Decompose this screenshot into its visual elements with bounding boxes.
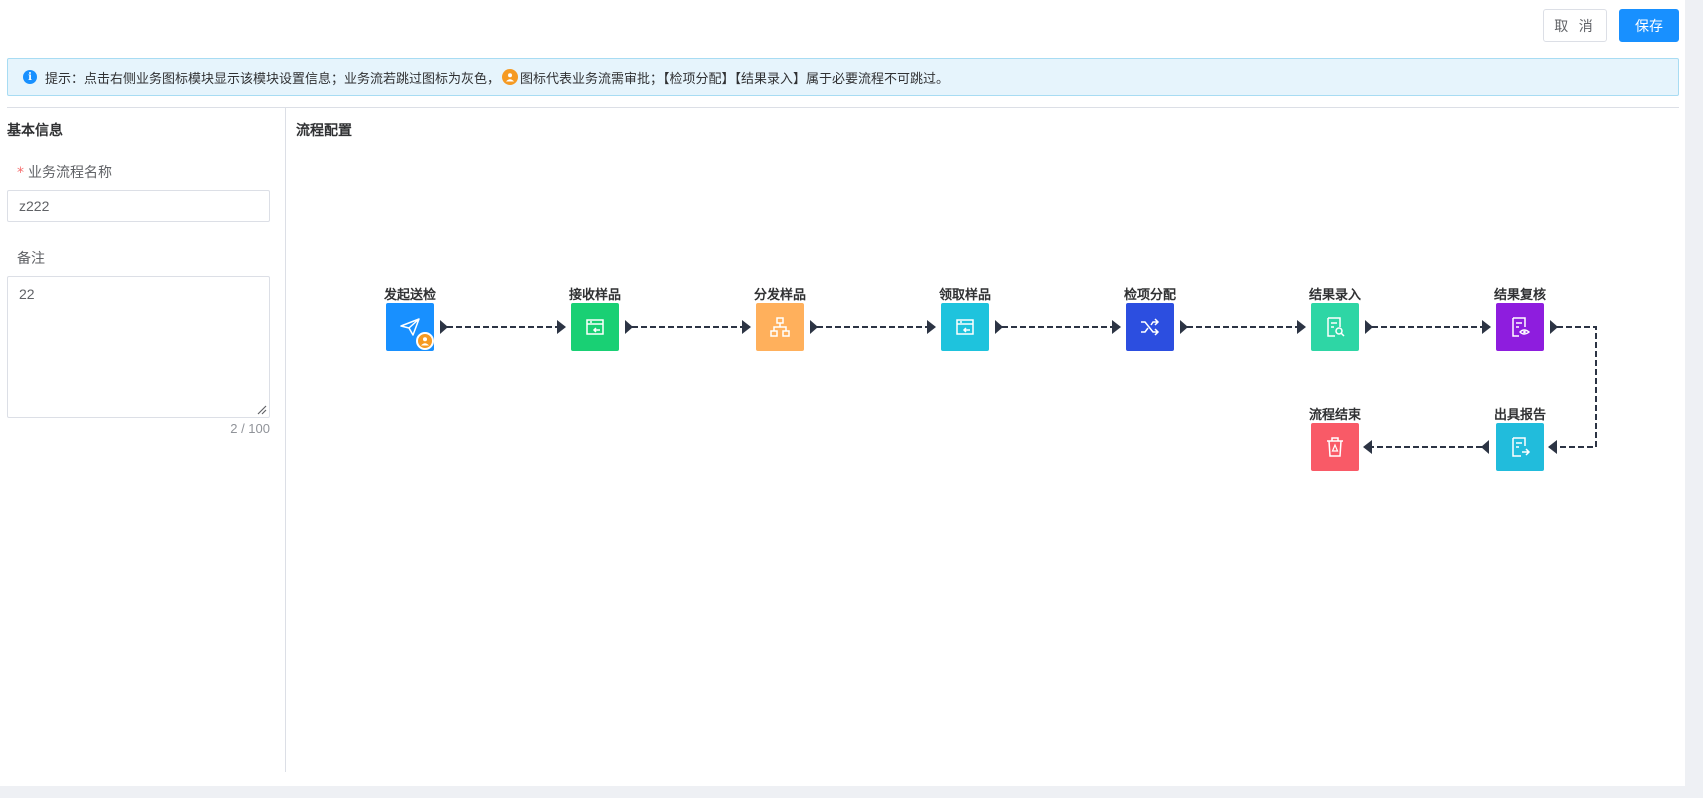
remark-textarea[interactable]: 22 <box>7 276 270 418</box>
node-label-receive: 接收样品 <box>568 288 621 303</box>
flow-config-title: 流程配置 <box>296 123 352 139</box>
tip-text-part2: 图标代表业务流需审批；【检项分配】【结果录入】属于必要流程不可跳过。 <box>520 71 950 87</box>
name-label-text: 业务流程名称 <box>28 165 112 181</box>
node-label-entry: 结果录入 <box>1308 288 1361 303</box>
node-label-review: 结果复核 <box>1493 288 1546 303</box>
page-bottom-gutter <box>0 786 1703 798</box>
char-counter: 2 / 100 <box>230 421 270 436</box>
node-collect-sample[interactable] <box>941 303 989 351</box>
required-asterisk: * <box>17 165 24 181</box>
node-result-review[interactable] <box>1496 303 1544 351</box>
node-label-report: 出具报告 <box>1493 408 1546 423</box>
document-export-icon <box>1512 437 1531 457</box>
page-right-gutter <box>1685 0 1703 798</box>
node-distribute-sample[interactable] <box>756 303 804 351</box>
trash-icon <box>1327 437 1343 457</box>
node-issue-report[interactable] <box>1496 423 1544 471</box>
approval-badge-icon <box>416 332 434 350</box>
node-receive-sample[interactable] <box>571 303 619 351</box>
node-label-end: 流程结束 <box>1308 408 1361 423</box>
tip-banner: i 提示：点击右侧业务图标模块显示该模块设置信息；业务流若跳过图标为灰色， 图标… <box>7 58 1679 96</box>
node-label-collect: 领取样品 <box>938 288 991 303</box>
collect-box-icon <box>956 319 974 335</box>
tip-text-part1: 提示：点击右侧业务图标模块显示该模块设置信息；业务流若跳过图标为灰色， <box>45 71 501 87</box>
node-label-distribute: 分发样品 <box>753 288 806 303</box>
shuffle-icon <box>1141 318 1160 336</box>
resize-handle-icon[interactable] <box>256 404 267 415</box>
basic-info-title: 基本信息 <box>7 123 63 139</box>
node-label-assign: 检项分配 <box>1123 288 1176 303</box>
document-search-icon <box>1327 317 1345 337</box>
approval-user-icon <box>502 69 519 85</box>
process-name-input[interactable] <box>7 190 270 222</box>
save-button[interactable]: 保存 <box>1619 9 1679 42</box>
node-assign-items[interactable] <box>1126 303 1174 351</box>
cancel-button[interactable]: 取 消 <box>1543 9 1607 42</box>
node-initiate-inspection[interactable] <box>386 303 434 351</box>
distribute-icon <box>770 317 790 337</box>
receive-box-icon <box>586 319 604 335</box>
node-label-initiate: 发起送检 <box>383 288 436 303</box>
info-icon: i <box>23 70 37 84</box>
panel-divider <box>285 108 286 772</box>
name-field-label: * 业务流程名称 <box>17 162 112 182</box>
remark-field-label: 备注 <box>17 251 45 267</box>
header-divider <box>7 107 1679 108</box>
node-process-end[interactable] <box>1311 423 1359 471</box>
document-eye-icon <box>1512 317 1531 337</box>
node-result-entry[interactable] <box>1311 303 1359 351</box>
